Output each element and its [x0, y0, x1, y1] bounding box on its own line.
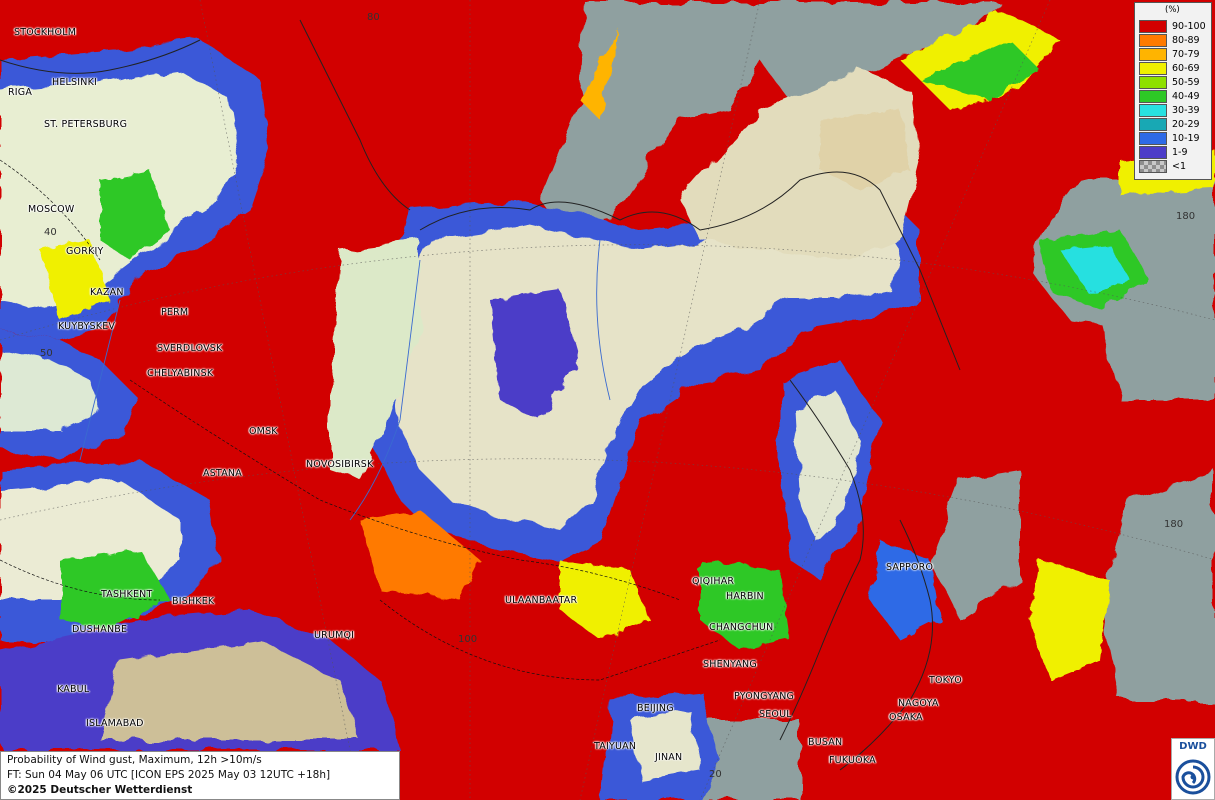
city-label-qiqihar: QIQIHAR — [692, 576, 735, 587]
legend-swatch — [1139, 20, 1167, 33]
legend-row: 1-9 — [1139, 146, 1211, 159]
grid-label-lat-50: 50 — [40, 348, 53, 359]
forecast-time: FT: Sun 04 May 06 UTC [ICON EPS 2025 May… — [7, 769, 331, 781]
grid-label-180-south: 180 — [1164, 519, 1184, 530]
product-title: Probability of Wind gust, Maximum, 12h >… — [7, 754, 262, 766]
legend-swatch — [1139, 118, 1167, 131]
spiral-icon — [1175, 759, 1211, 795]
legend-swatch — [1139, 48, 1167, 61]
city-label-omsk: OMSK — [249, 426, 278, 437]
legend-row: 50-59 — [1139, 76, 1211, 89]
legend-row: 90-100 — [1139, 20, 1211, 33]
city-label-bishkek: BISHKEK — [172, 596, 215, 607]
legend-unit: (%) — [1165, 5, 1180, 15]
city-label-pyongyang: PYONGYANG — [734, 691, 795, 702]
legend-label: 90-100 — [1172, 21, 1206, 32]
city-label-tokyo: TOKYO — [929, 675, 962, 686]
legend-row: 80-89 — [1139, 34, 1211, 47]
city-label-osaka: OSAKA — [889, 712, 923, 723]
city-label-kazan: KAZAN — [90, 287, 124, 298]
city-label-beijing: BEIJING — [637, 703, 674, 714]
legend-swatch — [1139, 160, 1167, 173]
legend-swatch — [1139, 34, 1167, 47]
grid-label-lat-40: 40 — [44, 227, 57, 238]
city-label-astana: ASTANA — [203, 468, 242, 479]
city-label-gorkiy: GORKIY — [66, 246, 104, 257]
city-label-tashkent: TASHKENT — [101, 589, 153, 600]
legend-label: <1 — [1172, 161, 1187, 172]
city-label-changchun: CHANGCHUN — [709, 622, 774, 633]
city-label-jinan: JINAN — [655, 752, 683, 763]
legend-row: <1 — [1139, 160, 1211, 173]
city-label-stockholm: STOCKHOLM — [14, 27, 77, 38]
legend: (%) 90-100 80-89 70-79 60-69 50-59 40-49 30-39… — [1134, 2, 1212, 180]
city-label-islamabad: ISLAMABAD — [86, 718, 144, 729]
info-box: Probability of Wind gust, Maximum, 12h >… — [0, 751, 400, 800]
city-label-fukuoka: FUKUOKA — [829, 755, 876, 766]
city-label-moscow: MOSCOW — [28, 204, 75, 215]
legend-label: 1-9 — [1172, 147, 1188, 158]
city-label-harbin: HARBIN — [726, 591, 764, 602]
logo-text: DWD — [1179, 741, 1207, 752]
city-label-kuybyskev: KUYBYSKEV — [58, 321, 116, 332]
copyright: ©2025 Deutscher Wetterdienst — [7, 784, 193, 796]
legend-label: 70-79 — [1172, 49, 1200, 60]
legend-label: 30-39 — [1172, 105, 1200, 116]
legend-label: 40-49 — [1172, 91, 1200, 102]
city-label-novosibirsk: NOVOSIBIRSK — [306, 459, 374, 470]
terrain-north-china — [630, 710, 700, 780]
legend-label: 60-69 — [1172, 63, 1200, 74]
probability-map — [0, 0, 1215, 800]
legend-label: 80-89 — [1172, 35, 1200, 46]
city-label-sapporo: SAPPORO — [886, 562, 934, 573]
city-label-ulaanbaatar: ULAANBAATAR — [505, 595, 578, 606]
city-label-perm: PERM — [161, 307, 189, 318]
city-label-taiyuan: TAIYUAN — [594, 741, 637, 752]
grid-label-lon-100: 100 — [458, 634, 478, 645]
city-label-shenyang: SHENYANG — [703, 659, 757, 670]
legend-swatch — [1139, 62, 1167, 75]
city-label-sverdlovsk: SVERDLOVSK — [157, 343, 223, 354]
legend-label: 20-29 — [1172, 119, 1200, 130]
city-label-dushanbe: DUSHANBE — [72, 624, 128, 635]
dwd-logo: DWD — [1171, 738, 1215, 800]
grid-label-180-north: 180 — [1176, 211, 1196, 222]
legend-label: 10-19 — [1172, 133, 1200, 144]
legend-swatch — [1139, 132, 1167, 145]
map-viewport: STOCKHOLM HELSINKI RIGA ST. PETERSBURG M… — [0, 0, 1215, 800]
city-label-busan: BUSAN — [808, 737, 843, 748]
legend-swatch — [1139, 146, 1167, 159]
city-label-helsinki: HELSINKI — [52, 77, 98, 88]
grid-label-lat-20: 20 — [709, 769, 722, 780]
city-label-kabul: KABUL — [57, 684, 90, 695]
city-label-nagoya: NAGOYA — [898, 698, 939, 709]
legend-row: 20-29 — [1139, 118, 1211, 131]
legend-swatch — [1139, 90, 1167, 103]
legend-label: 50-59 — [1172, 77, 1200, 88]
grid-label-lat-80: 80 — [367, 12, 380, 23]
city-label-st-petersburg: ST. PETERSBURG — [44, 119, 128, 130]
legend-row: 40-49 — [1139, 90, 1211, 103]
legend-row: 60-69 — [1139, 62, 1211, 75]
legend-row: 70-79 — [1139, 48, 1211, 61]
city-label-chelyabinsk: CHELYABINSK — [147, 368, 214, 379]
legend-swatch — [1139, 76, 1167, 89]
city-label-riga: RIGA — [8, 87, 33, 98]
city-label-seoul: SEOUL — [759, 709, 792, 720]
legend-swatch — [1139, 104, 1167, 117]
city-label-urumqi: URUMQI — [314, 630, 355, 641]
legend-row: 30-39 — [1139, 104, 1211, 117]
legend-row: 10-19 — [1139, 132, 1211, 145]
